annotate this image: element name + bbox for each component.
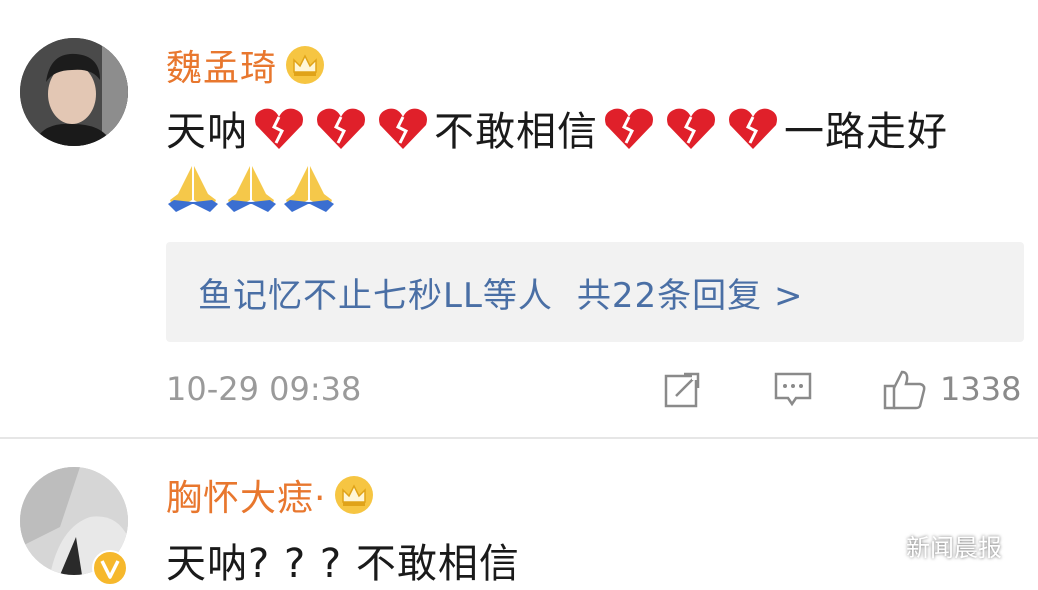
- comment-text-part: 天呐: [166, 109, 248, 155]
- watermark-text: 新闻晨报: [906, 534, 1002, 562]
- praying-hands-icon: [284, 166, 334, 212]
- comment-timestamp: 10-29 09:38: [166, 370, 362, 408]
- comment-icon: [774, 372, 812, 407]
- reply-count-link[interactable]: 共22条回复 >: [577, 268, 804, 317]
- reply-users-link[interactable]: 鱼记忆不止七秒LL等人: [198, 268, 553, 317]
- repost-button[interactable]: [662, 364, 704, 414]
- thumbs-up-icon: [883, 370, 926, 410]
- broken-heart-icon: [667, 108, 715, 149]
- broken-heart-icon: [317, 108, 365, 149]
- praying-hands-icon: [226, 166, 276, 212]
- comment-text-part: 一路走好: [784, 109, 948, 155]
- comment-divider: [0, 437, 1038, 439]
- like-count: 1338: [940, 370, 1022, 408]
- replies-preview[interactable]: 鱼记忆不止七秒LL等人 共22条回复 >: [166, 242, 1024, 342]
- broken-heart-icon: [605, 108, 653, 149]
- comment-text: 天呐 不敢相信 一路走好: [166, 104, 1006, 221]
- watermark: 新闻晨报: [868, 528, 1002, 563]
- comment-item: 胸怀大痣· 天呐? ? ? 不敢相信: [0, 440, 1038, 590]
- broken-heart-icon: [255, 108, 303, 149]
- comment-button[interactable]: [772, 364, 814, 414]
- comment-item: 魏孟琦 天呐 不敢相信 一路走好 鱼记忆不止七秒LL等人 共22条回复 > 10-2…: [0, 0, 1038, 440]
- crown-vip-icon: [335, 476, 374, 514]
- broken-heart-icon: [379, 108, 427, 149]
- wechat-icon: [868, 534, 897, 556]
- comment-meta: 10-29 09:38 1338: [166, 364, 1024, 414]
- username[interactable]: 魏孟琦: [166, 39, 277, 91]
- repost-icon: [664, 370, 702, 408]
- user-avatar[interactable]: [20, 38, 128, 146]
- praying-hands-icon: [168, 166, 218, 212]
- verified-v-badge-icon: [92, 550, 128, 586]
- like-button[interactable]: 1338: [882, 364, 1021, 414]
- crown-vip-icon: [286, 46, 325, 84]
- broken-heart-icon: [729, 108, 777, 149]
- comment-text: 天呐? ? ? 不敢相信: [166, 541, 520, 587]
- username[interactable]: 胸怀大痣·: [166, 469, 326, 521]
- comment-text-part: 不敢相信: [434, 109, 598, 155]
